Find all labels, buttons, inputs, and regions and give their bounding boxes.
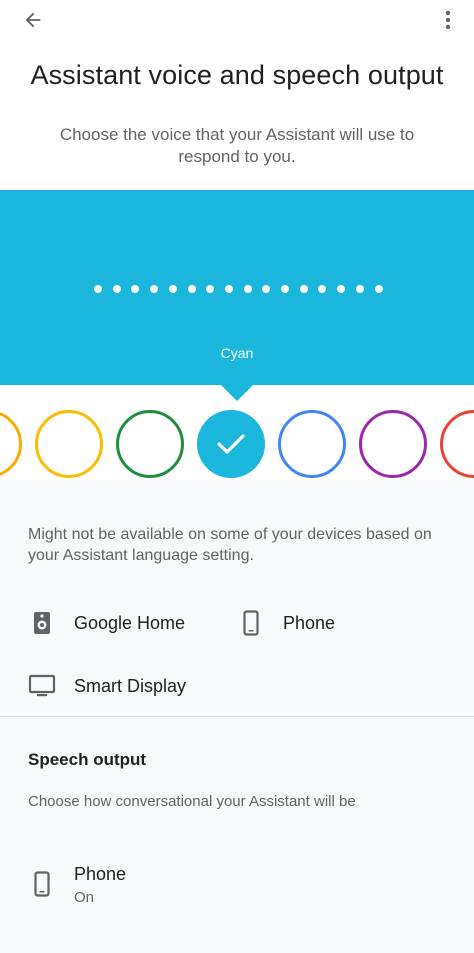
voice-color-carousel[interactable] [0, 408, 474, 480]
waveform-dot [131, 285, 140, 293]
speech-output-title: Speech output [28, 750, 147, 769]
voice-swatch-selected[interactable] [197, 410, 265, 478]
waveform-dot [355, 285, 364, 293]
device-label: Google Home [74, 612, 186, 633]
waveform-dot [187, 285, 196, 293]
section-divider [0, 716, 474, 717]
voice-swatch[interactable] [278, 410, 346, 478]
voice-waveform-dots [0, 282, 474, 296]
waveform-dot [150, 285, 159, 293]
page-title: Assistant voice and speech output [30, 60, 444, 90]
voice-swatch[interactable] [440, 410, 474, 478]
speaker-icon [28, 609, 56, 637]
waveform-dot [337, 285, 346, 293]
device-phone: Phone [237, 608, 335, 638]
phone-icon [237, 609, 265, 637]
availability-note: Might not be available on some of your d… [28, 526, 432, 564]
voice-preview-panel[interactable]: Cyan [0, 190, 474, 385]
check-icon [217, 434, 245, 454]
device-label: Smart Display [74, 675, 187, 696]
waveform-dot [299, 285, 308, 293]
speech-output-phone-row[interactable]: Phone On [28, 860, 448, 908]
voice-swatch[interactable] [0, 410, 22, 478]
device-smart-display: Smart Display [28, 671, 186, 701]
selected-voice-name: Cyan [220, 345, 254, 361]
back-button[interactable] [18, 6, 48, 34]
waveform-dot [243, 285, 252, 293]
voice-swatch[interactable] [359, 410, 427, 478]
waveform-dot [224, 285, 233, 293]
waveform-dot [262, 285, 271, 293]
page-subtitle: Choose the voice that your Assistant wil… [59, 125, 415, 166]
speech-output-device-state: On [74, 889, 95, 906]
device-label: Phone [283, 612, 336, 633]
more-vert-icon [445, 10, 451, 30]
settings-section: Might not be available on some of your d… [0, 480, 474, 953]
more-options-button[interactable] [436, 6, 460, 34]
waveform-dot [374, 285, 383, 293]
waveform-dot [281, 285, 289, 293]
display-icon [28, 672, 56, 700]
waveform-dot [168, 285, 177, 293]
waveform-dot [318, 285, 327, 293]
waveform-dot [94, 285, 102, 293]
device-google-home: Google Home [28, 608, 185, 638]
waveform-dot [206, 285, 215, 293]
phone-icon [28, 870, 56, 898]
top-app-bar [0, 0, 474, 40]
selected-voice-pointer [221, 385, 253, 401]
speech-output-device-label: Phone [74, 864, 127, 884]
speech-output-description: Choose how conversational your Assistant… [28, 793, 356, 810]
voice-swatch[interactable] [35, 410, 103, 478]
waveform-dot [112, 285, 121, 293]
arrow-back-icon [25, 12, 41, 28]
voice-swatch[interactable] [116, 410, 184, 478]
